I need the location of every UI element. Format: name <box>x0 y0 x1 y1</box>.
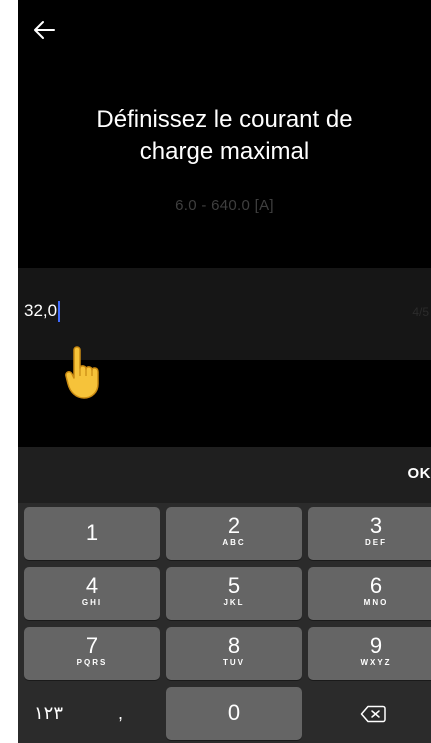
backspace-icon <box>360 705 386 723</box>
numeric-keypad: 1 2 ABC 3 DEF 4 GHI 5 JKL 6 MNO 7 PQRS 8 <box>18 503 431 743</box>
page-title: Définissez le courant de charge maximal <box>18 104 431 168</box>
key-8[interactable]: 8 TUV <box>166 627 302 680</box>
pointing-hand-icon <box>64 344 110 402</box>
keyboard-toolbar: OK <box>18 447 431 503</box>
ok-button[interactable]: OK <box>408 465 431 482</box>
key-0[interactable]: 0 <box>166 687 302 740</box>
page-title-line-2: charge maximal <box>139 138 310 165</box>
delete-button[interactable] <box>360 705 390 725</box>
back-button[interactable] <box>32 12 72 48</box>
key-4[interactable]: 4 GHI <box>24 567 160 620</box>
key-5[interactable]: 5 JKL <box>166 567 302 620</box>
app-screen: Définissez le courant de charge maximal … <box>18 0 431 743</box>
key-comma[interactable]: , <box>118 703 123 724</box>
key-3[interactable]: 3 DEF <box>308 507 431 560</box>
key-2[interactable]: 2 ABC <box>166 507 302 560</box>
key-1[interactable]: 1 <box>24 507 160 560</box>
key-arabic-numerals[interactable]: ١٢٣ <box>34 703 63 724</box>
arrow-left-icon <box>34 21 55 39</box>
key-7[interactable]: 7 PQRS <box>24 627 160 680</box>
range-hint: 6.0 - 640.0 [A] <box>175 197 274 214</box>
page-title-line-1: Définissez le courant de <box>96 106 353 133</box>
key-9[interactable]: 9 WXYZ <box>308 627 431 680</box>
text-caret <box>58 300 61 322</box>
character-counter: 4/5 <box>412 305 429 319</box>
key-6[interactable]: 6 MNO <box>308 567 431 620</box>
current-input-value: 32,0 <box>24 301 58 320</box>
